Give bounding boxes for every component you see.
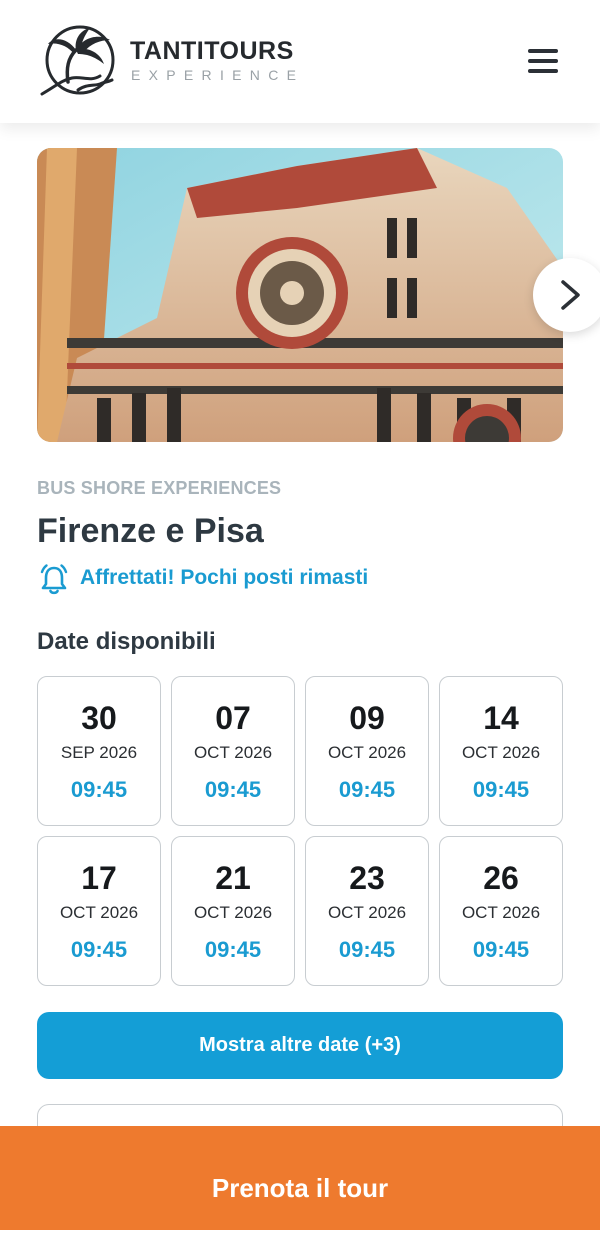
date-month: OCT 2026: [193, 903, 273, 922]
brand-tagline: EXPERIENCE: [131, 67, 305, 83]
date-day: 23: [349, 860, 385, 896]
date-time: 09:45: [338, 777, 396, 802]
date-card[interactable]: 17 OCT 2026 09:45: [37, 836, 161, 986]
date-month: OCT 2026: [327, 743, 407, 762]
date-time: 09:45: [204, 777, 262, 802]
date-card[interactable]: 26 OCT 2026 09:45: [439, 836, 563, 986]
hamburger-menu-icon[interactable]: [526, 46, 560, 76]
date-day: 17: [81, 860, 117, 896]
availability-alert-text: Affrettati! Pochi posti rimasti: [80, 566, 369, 589]
chevron-right-icon: [561, 280, 580, 310]
date-month: OCT 2026: [461, 903, 541, 922]
date-time: 09:45: [472, 777, 530, 802]
date-day: 26: [483, 860, 519, 896]
brand-name: TANTITOURS: [130, 37, 294, 65]
date-month: OCT 2026: [327, 903, 407, 922]
date-month: OCT 2026: [59, 903, 139, 922]
date-card[interactable]: 23 OCT 2026 09:45: [305, 836, 429, 986]
show-more-dates-button[interactable]: Mostra altre date (+3): [37, 1012, 563, 1079]
header: TANTITOURS EXPERIENCE: [0, 0, 600, 123]
date-card[interactable]: 09 OCT 2026 09:45: [305, 676, 429, 826]
palm-tree-logo-icon[interactable]: [38, 24, 118, 100]
date-card[interactable]: 30 SEP 2026 09:45: [37, 676, 161, 826]
date-month: SEP 2026: [60, 743, 138, 762]
date-time: 09:45: [338, 937, 396, 962]
carousel-next-button[interactable]: [533, 258, 600, 332]
dates-grid: 30 SEP 2026 09:45 07 OCT 2026 09:45 09 O…: [37, 676, 563, 986]
dates-section-title: Date disponibili: [37, 628, 216, 655]
date-month: OCT 2026: [461, 743, 541, 762]
date-month: OCT 2026: [193, 743, 273, 762]
date-time: 09:45: [70, 777, 128, 802]
date-card[interactable]: 07 OCT 2026 09:45: [171, 676, 295, 826]
date-time: 09:45: [472, 937, 530, 962]
bell-icon: [40, 564, 68, 595]
date-card[interactable]: 14 OCT 2026 09:45: [439, 676, 563, 826]
tour-title: Firenze e Pisa: [37, 512, 264, 550]
book-tour-button[interactable]: Prenota il tour: [0, 1126, 600, 1230]
tour-category: BUS SHORE EXPERIENCES: [37, 478, 282, 498]
date-day: 21: [215, 860, 251, 896]
date-card[interactable]: 21 OCT 2026 09:45: [171, 836, 295, 986]
date-day: 30: [81, 700, 117, 736]
date-day: 09: [349, 700, 385, 736]
hero-image-florence-cathedral[interactable]: [37, 148, 563, 442]
date-time: 09:45: [70, 937, 128, 962]
date-day: 07: [215, 700, 251, 736]
date-day: 14: [483, 700, 519, 736]
date-time: 09:45: [204, 937, 262, 962]
